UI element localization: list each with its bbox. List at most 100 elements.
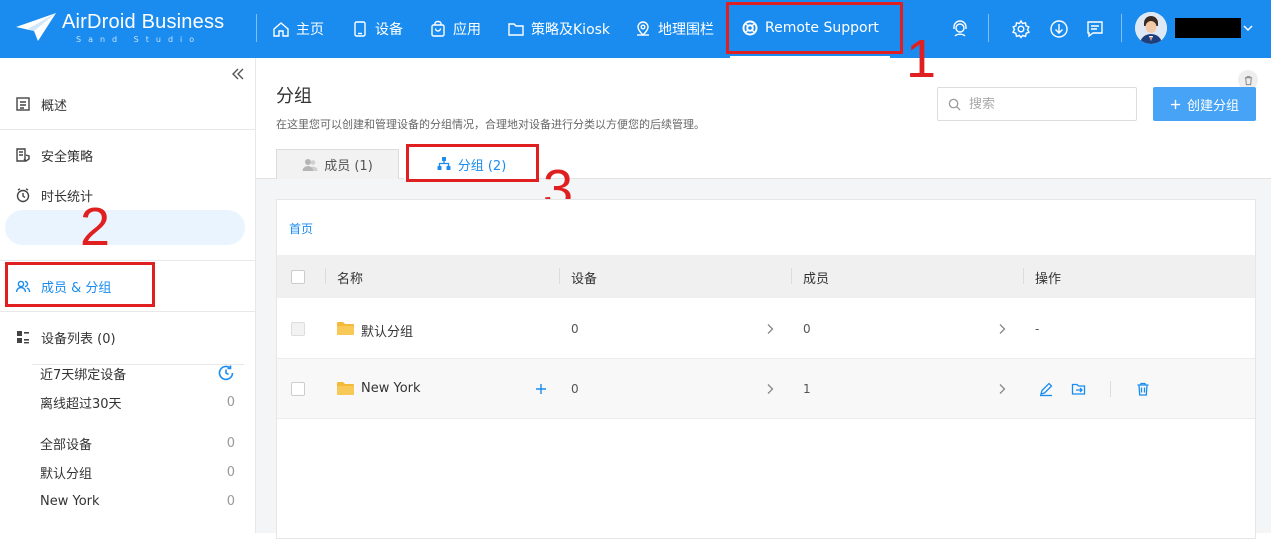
overview-icon xyxy=(16,97,30,111)
chevron-right-icon[interactable] xyxy=(765,323,775,335)
user-avatar[interactable] xyxy=(1135,12,1167,44)
group-name[interactable]: 默认分组 xyxy=(361,321,413,340)
sub-item-count: 0 xyxy=(226,435,235,451)
plus-icon xyxy=(1170,99,1181,109)
collapse-sidebar-icon[interactable] xyxy=(230,66,246,82)
annotation-number-1: 1 xyxy=(906,29,937,89)
select-all-checkbox[interactable] xyxy=(291,270,305,284)
map-pin-icon xyxy=(637,21,649,36)
edit-icon[interactable] xyxy=(1038,381,1054,397)
nav-geofence-label: 地理围栏 xyxy=(658,22,714,38)
home-icon xyxy=(273,22,289,37)
sidebar-sub-offline-30[interactable]: 离线超过30天 0 xyxy=(40,390,235,414)
annotation-box-1 xyxy=(726,2,903,54)
sub-item-count: 0 xyxy=(226,464,235,480)
group-member-count: 0 xyxy=(803,322,811,336)
group-member-count: 1 xyxy=(803,382,811,396)
annotation-box-3 xyxy=(406,144,539,182)
folder-icon xyxy=(337,322,354,335)
page-title: 分组 xyxy=(276,86,312,107)
create-group-button[interactable]: 创建分组 xyxy=(1153,87,1256,121)
search-box[interactable] xyxy=(937,87,1137,121)
redacted-username[interactable] xyxy=(1175,18,1241,38)
header-divider xyxy=(256,14,257,42)
sub-item-count: 0 xyxy=(226,493,235,509)
brand-name: AirDroid Business xyxy=(62,11,225,33)
trash-icon xyxy=(1244,75,1252,85)
delete-icon[interactable] xyxy=(1135,381,1151,397)
page-description: 在这里您可以创建和管理设备的分组情况，合理地对设备进行分类以方便您的后续管理。 xyxy=(276,118,705,131)
group-name[interactable]: New York xyxy=(361,381,421,396)
nav-apps[interactable]: 应用 xyxy=(429,0,481,58)
sub-item-label: 全部设备 xyxy=(40,437,93,453)
nav-devices[interactable]: 设备 xyxy=(351,0,403,58)
sidebar-divider xyxy=(0,260,256,261)
add-subgroup-icon[interactable] xyxy=(533,381,549,397)
sidebar-active-highlight xyxy=(5,210,245,245)
refresh-clock-icon[interactable] xyxy=(217,364,235,382)
avatar-icon xyxy=(1135,12,1167,44)
tab-members-label: 成员 (1) xyxy=(324,159,373,174)
breadcrumb-home[interactable]: 首页 xyxy=(289,220,313,237)
annotation-box-2 xyxy=(5,262,155,307)
message-icon[interactable] xyxy=(1085,19,1105,39)
row-checkbox[interactable] xyxy=(291,382,305,396)
search-icon xyxy=(948,98,961,111)
sidebar-item-duration-stats[interactable]: 时长统计 xyxy=(0,177,256,213)
sidebar-item-label: 概述 xyxy=(41,98,68,114)
download-icon[interactable] xyxy=(1049,19,1069,39)
sidebar-divider xyxy=(0,129,256,130)
sidebar-item-security-policy[interactable]: 安全策略 xyxy=(0,137,256,173)
clock-icon xyxy=(16,188,30,203)
paper-plane-logo-icon xyxy=(16,13,56,41)
chevron-right-icon[interactable] xyxy=(997,323,1007,335)
sub-item-label: 默认分组 xyxy=(40,466,93,482)
group-device-count: 0 xyxy=(571,322,579,336)
sub-item-label: New York xyxy=(40,493,100,509)
support-agent-icon[interactable] xyxy=(950,19,970,39)
nav-policy-kiosk-label: 策略及Kiosk xyxy=(531,22,611,38)
nav-home[interactable]: 主页 xyxy=(272,0,324,58)
search-input[interactable] xyxy=(969,96,1119,112)
sidebar-item-label: 设备列表 (0) xyxy=(41,331,116,347)
sidebar-item-device-list[interactable]: 设备列表 (0) xyxy=(0,319,256,355)
folder-icon xyxy=(337,382,354,395)
sidebar-sub-new-york[interactable]: New York 0 xyxy=(40,489,235,513)
column-header-members: 成员 xyxy=(803,272,830,287)
sidebar-divider xyxy=(0,311,256,312)
top-navigation-bar: AirDroid Business Sand Studio 主页 设备 应用 策… xyxy=(0,0,1271,58)
column-divider xyxy=(791,268,792,284)
nav-geofence[interactable]: 地理围栏 xyxy=(634,0,714,58)
group-device-count: 0 xyxy=(571,382,579,396)
tab-members[interactable]: 成员 (1) xyxy=(276,149,399,179)
sidebar-sub-default-group[interactable]: 默认分组 0 xyxy=(40,460,235,484)
nav-policy-kiosk[interactable]: 策略及Kiosk xyxy=(507,0,610,58)
column-divider xyxy=(559,268,560,284)
column-header-actions: 操作 xyxy=(1035,272,1062,287)
create-group-label: 创建分组 xyxy=(1186,98,1239,114)
device-icon xyxy=(354,21,366,37)
chevron-down-icon[interactable] xyxy=(1242,22,1254,34)
column-divider xyxy=(325,268,326,284)
row-checkbox-disabled xyxy=(291,322,305,336)
settings-icon[interactable] xyxy=(1011,19,1031,39)
annotation-number-2: 2 xyxy=(80,197,111,257)
airdroid-logo[interactable]: AirDroid Business Sand Studio xyxy=(14,9,244,49)
sidebar-item-label: 安全策略 xyxy=(41,149,94,165)
nav-devices-label: 设备 xyxy=(375,22,403,38)
sub-item-label: 近7天绑定设备 xyxy=(40,367,127,383)
table-header xyxy=(277,255,1255,298)
nav-home-label: 主页 xyxy=(296,22,324,38)
sub-item-label: 离线超过30天 xyxy=(40,396,122,412)
chevron-right-icon[interactable] xyxy=(765,383,775,395)
chevron-right-icon[interactable] xyxy=(997,383,1007,395)
action-divider xyxy=(1110,381,1111,397)
header-divider xyxy=(1121,14,1122,42)
sub-item-count: 0 xyxy=(226,394,235,410)
move-folder-icon[interactable] xyxy=(1071,381,1087,397)
sidebar-item-overview[interactable]: 概述 xyxy=(0,86,256,122)
sidebar-sub-all-devices[interactable]: 全部设备 0 xyxy=(40,431,235,455)
column-header-name: 名称 xyxy=(337,272,364,287)
nav-apps-label: 应用 xyxy=(453,22,481,38)
sidebar-sub-divider xyxy=(32,364,244,365)
